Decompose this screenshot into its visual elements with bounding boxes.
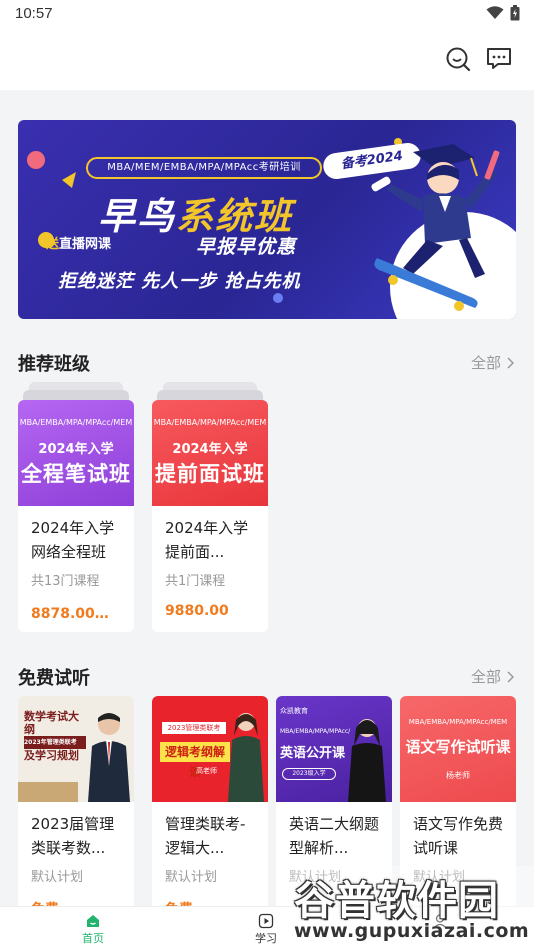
banner-subtitle: 早报早优惠 bbox=[196, 236, 297, 258]
banner-slogan: 拒绝迷茫 先人一步 抢占先机 bbox=[58, 271, 301, 292]
top-bar bbox=[0, 28, 534, 90]
thumb-line: 众凯教育 bbox=[280, 707, 308, 715]
thumb-year: 2024年入学 bbox=[38, 442, 114, 457]
course-card-1[interactable]: MBA/EMBA/MPA/MPAcc/MEM 2024年入学 全程笔试班 202… bbox=[18, 400, 134, 632]
trial-plan: 默认计划 bbox=[31, 870, 84, 885]
trial-card-1[interactable]: 数学考试大纲 2023年管理类联考 及学习规划 2023届管理类联考数... 默… bbox=[18, 696, 134, 926]
chevron-right-icon bbox=[507, 356, 514, 369]
trial-plan: 默认计划 bbox=[165, 870, 218, 885]
card-stack-shadow bbox=[23, 390, 129, 400]
message-button[interactable] bbox=[484, 44, 514, 74]
thumb-line: 高老师 bbox=[196, 767, 217, 775]
watermark: 谷普软件园 www.gupuxiazai.com bbox=[290, 866, 534, 950]
course-price: 9880.00 bbox=[165, 603, 229, 619]
thumb-line: 逻辑考纲解读 bbox=[160, 742, 230, 779]
watermark-logo-text: 谷普软件园 bbox=[294, 878, 499, 924]
thumb-programs: MBA/EMBA/MPA/MPAcc/MEM bbox=[19, 418, 133, 427]
thumb-year: 2024年入学 bbox=[172, 442, 248, 457]
thumb-line: 2023年管理类联考 bbox=[24, 736, 86, 749]
free-trial-title: 免费试听 bbox=[18, 668, 90, 689]
trial-thumbnail: 数学考试大纲 2023年管理类联考 及学习规划 bbox=[18, 696, 134, 802]
promo-banner[interactable]: MBA/MEM/EMBA/MPA/MPAcc考研培训 备考2024 早鸟系统班 … bbox=[18, 120, 516, 319]
course-price: 8878.00众... bbox=[31, 606, 125, 622]
banner-gift-a: 送 bbox=[46, 237, 60, 252]
home-icon bbox=[87, 915, 99, 927]
trial-title: 英语二大纲题型解析... bbox=[289, 815, 380, 857]
status-bar: 10:57 bbox=[0, 0, 534, 28]
trial-card-2[interactable]: 2023管理类联考 逻辑考纲解读 高老师 管理类联考-逻辑大... 默认计划 免… bbox=[152, 696, 268, 926]
course-title: 2024年入学提前面... bbox=[165, 519, 249, 561]
trial-thumbnail: MBA/EMBA/MPA/MPAcc/MEM 语文写作试听课 杨老师 bbox=[400, 696, 516, 802]
card-stack-shadow bbox=[157, 390, 263, 400]
nav-label-home: 首页 bbox=[82, 932, 104, 945]
search-icon bbox=[446, 47, 471, 72]
thumb-line: 2023级入学 bbox=[282, 768, 336, 780]
trial-thumbnail: 众凯教育 MBA/EMBA/MPA/MPAcc/MEM 英语公开课 2023级入… bbox=[276, 696, 392, 802]
nav-item-home[interactable]: 首页 bbox=[53, 911, 133, 946]
thumb-course-name: 全程笔试班 bbox=[21, 462, 131, 486]
search-button[interactable] bbox=[443, 44, 473, 74]
thumb-line: 杨老师 bbox=[446, 771, 470, 780]
teacher-photo bbox=[348, 719, 386, 802]
trial-title: 语文写作免费试听课 bbox=[413, 815, 504, 857]
trial-title: 管理类联考-逻辑大... bbox=[165, 815, 246, 857]
student-illustration bbox=[371, 144, 500, 311]
trial-title: 2023届管理类联考数... bbox=[31, 815, 115, 857]
books-decoration bbox=[18, 782, 78, 802]
thumb-line: MBA/EMBA/MPA/MPAcc/MEM bbox=[280, 728, 350, 735]
thumb-text: 数学考试大纲 2023年管理类联考 及学习规划 bbox=[24, 710, 86, 762]
course-thumbnail: MBA/EMBA/MPA/MPAcc/MEM 2024年入学 提前面试班 bbox=[152, 400, 268, 506]
banner-pill: MBA/MEM/EMBA/MPA/MPAcc考研培训 bbox=[86, 157, 322, 179]
recommended-title: 推荐班级 bbox=[18, 354, 90, 375]
teacher-photo bbox=[228, 713, 264, 802]
thumb-course-name: 提前面试班 bbox=[155, 462, 265, 486]
thumb-line: 及学习规划 bbox=[24, 749, 79, 762]
message-icon bbox=[487, 48, 511, 69]
wifi-icon bbox=[486, 6, 504, 19]
banner-title-a: 早鸟 bbox=[98, 195, 176, 238]
thumb-line: MBA/EMBA/MPA/MPAcc/MEM bbox=[408, 718, 508, 726]
course-title: 2024年入学网络全程班 bbox=[31, 519, 115, 561]
nav-label-study: 学习 bbox=[255, 932, 277, 945]
course-count: 共1门课程 bbox=[165, 574, 226, 589]
thumb-line: 语文写作试听课 bbox=[405, 738, 511, 756]
recommended-header: 推荐班级 全部 bbox=[18, 350, 516, 376]
banner-gift-b: 直播网课 bbox=[59, 237, 112, 252]
watermark-url: www.gupuxiazai.com bbox=[294, 920, 530, 942]
thumb-line: 数学考试大纲 bbox=[24, 710, 79, 736]
status-time: 10:57 bbox=[15, 5, 53, 22]
thumb-programs: MBA/EMBA/MPA/MPAcc/MEM bbox=[153, 418, 267, 427]
recommended-more-link[interactable]: 全部 bbox=[471, 352, 514, 373]
course-card-2[interactable]: MBA/EMBA/MPA/MPAcc/MEM 2024年入学 提前面试班 202… bbox=[152, 400, 268, 632]
status-icons bbox=[486, 5, 520, 21]
recommended-more-label: 全部 bbox=[470, 354, 501, 372]
free-trial-header: 免费试听 全部 bbox=[18, 664, 516, 690]
thumb-line: 2023管理类联考 bbox=[162, 722, 226, 734]
battery-icon bbox=[510, 5, 520, 21]
chevron-right-icon bbox=[507, 670, 514, 683]
play-icon bbox=[258, 913, 274, 929]
trial-thumbnail: 2023管理类联考 逻辑考纲解读 高老师 bbox=[152, 696, 268, 802]
course-thumbnail: MBA/EMBA/MPA/MPAcc/MEM 2024年入学 全程笔试班 bbox=[18, 400, 134, 506]
free-trial-more-label: 全部 bbox=[470, 668, 501, 686]
banner-gift: 送直播网课 bbox=[46, 233, 111, 252]
course-count: 共13门课程 bbox=[31, 574, 100, 589]
thumb-line: 英语公开课 bbox=[280, 746, 346, 761]
free-trial-more-link[interactable]: 全部 bbox=[471, 666, 514, 687]
teacher-photo bbox=[88, 713, 130, 802]
